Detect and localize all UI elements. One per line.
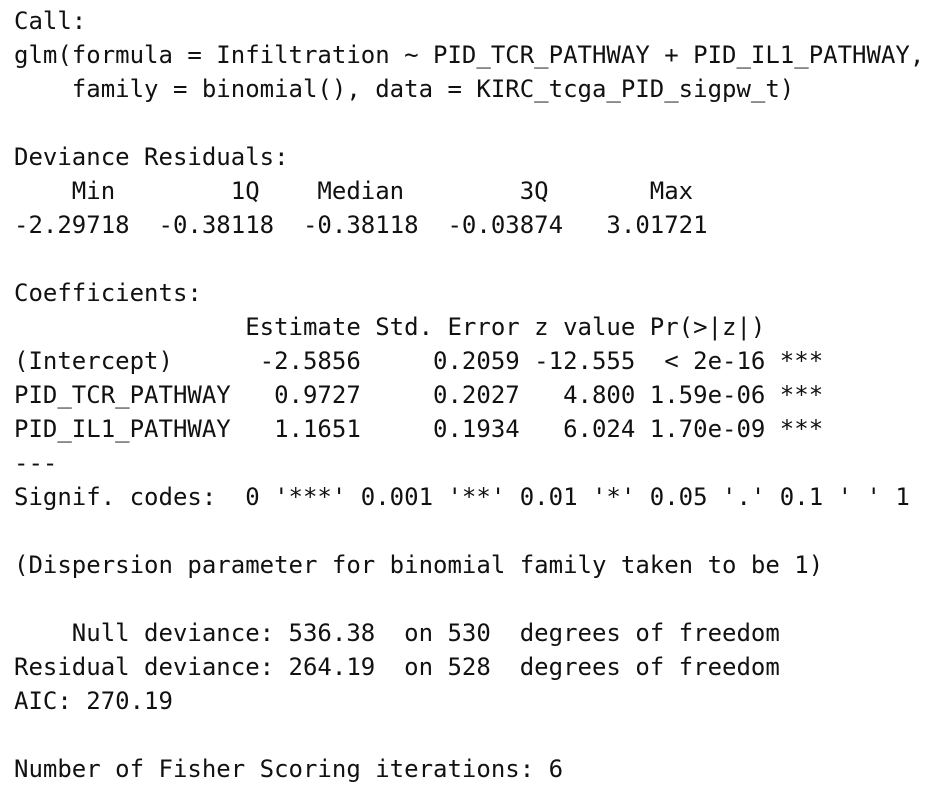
deviance-residuals-columns: Min 1Q Median 3Q Max (14, 177, 723, 205)
call-header: Call: (14, 7, 87, 35)
coefficient-row-intercept: (Intercept) -2.5856 0.2059 -12.555 < 2e-… (14, 347, 824, 375)
residual-deviance: Residual deviance: 264.19 on 528 degrees… (14, 653, 780, 681)
r-console-output: Call: glm(formula = Infiltration ~ PID_T… (14, 4, 929, 804)
deviance-residuals-header: Deviance Residuals: (14, 143, 289, 171)
fisher-iterations: Number of Fisher Scoring iterations: 6 (14, 755, 564, 783)
separator-line: --- (14, 449, 58, 477)
coefficients-header: Coefficients: (14, 279, 202, 307)
coefficients-columns: Estimate Std. Error z value Pr(>|z|) (14, 313, 824, 341)
aic-value: AIC: 270.19 (14, 687, 173, 715)
deviance-residuals-values: -2.29718 -0.38118 -0.38118 -0.03874 3.01… (14, 211, 737, 239)
dispersion-note: (Dispersion parameter for binomial famil… (14, 551, 824, 579)
coefficient-row-tcr: PID_TCR_PATHWAY 0.9727 0.2027 4.800 1.59… (14, 381, 824, 409)
signif-codes: Signif. codes: 0 '***' 0.001 '**' 0.01 '… (14, 483, 910, 511)
call-line-1: glm(formula = Infiltration ~ PID_TCR_PAT… (14, 41, 925, 69)
null-deviance: Null deviance: 536.38 on 530 degrees of … (14, 619, 780, 647)
call-line-2: family = binomial(), data = KIRC_tcga_PI… (14, 75, 795, 103)
coefficient-row-il1: PID_IL1_PATHWAY 1.1651 0.1934 6.024 1.70… (14, 415, 824, 443)
